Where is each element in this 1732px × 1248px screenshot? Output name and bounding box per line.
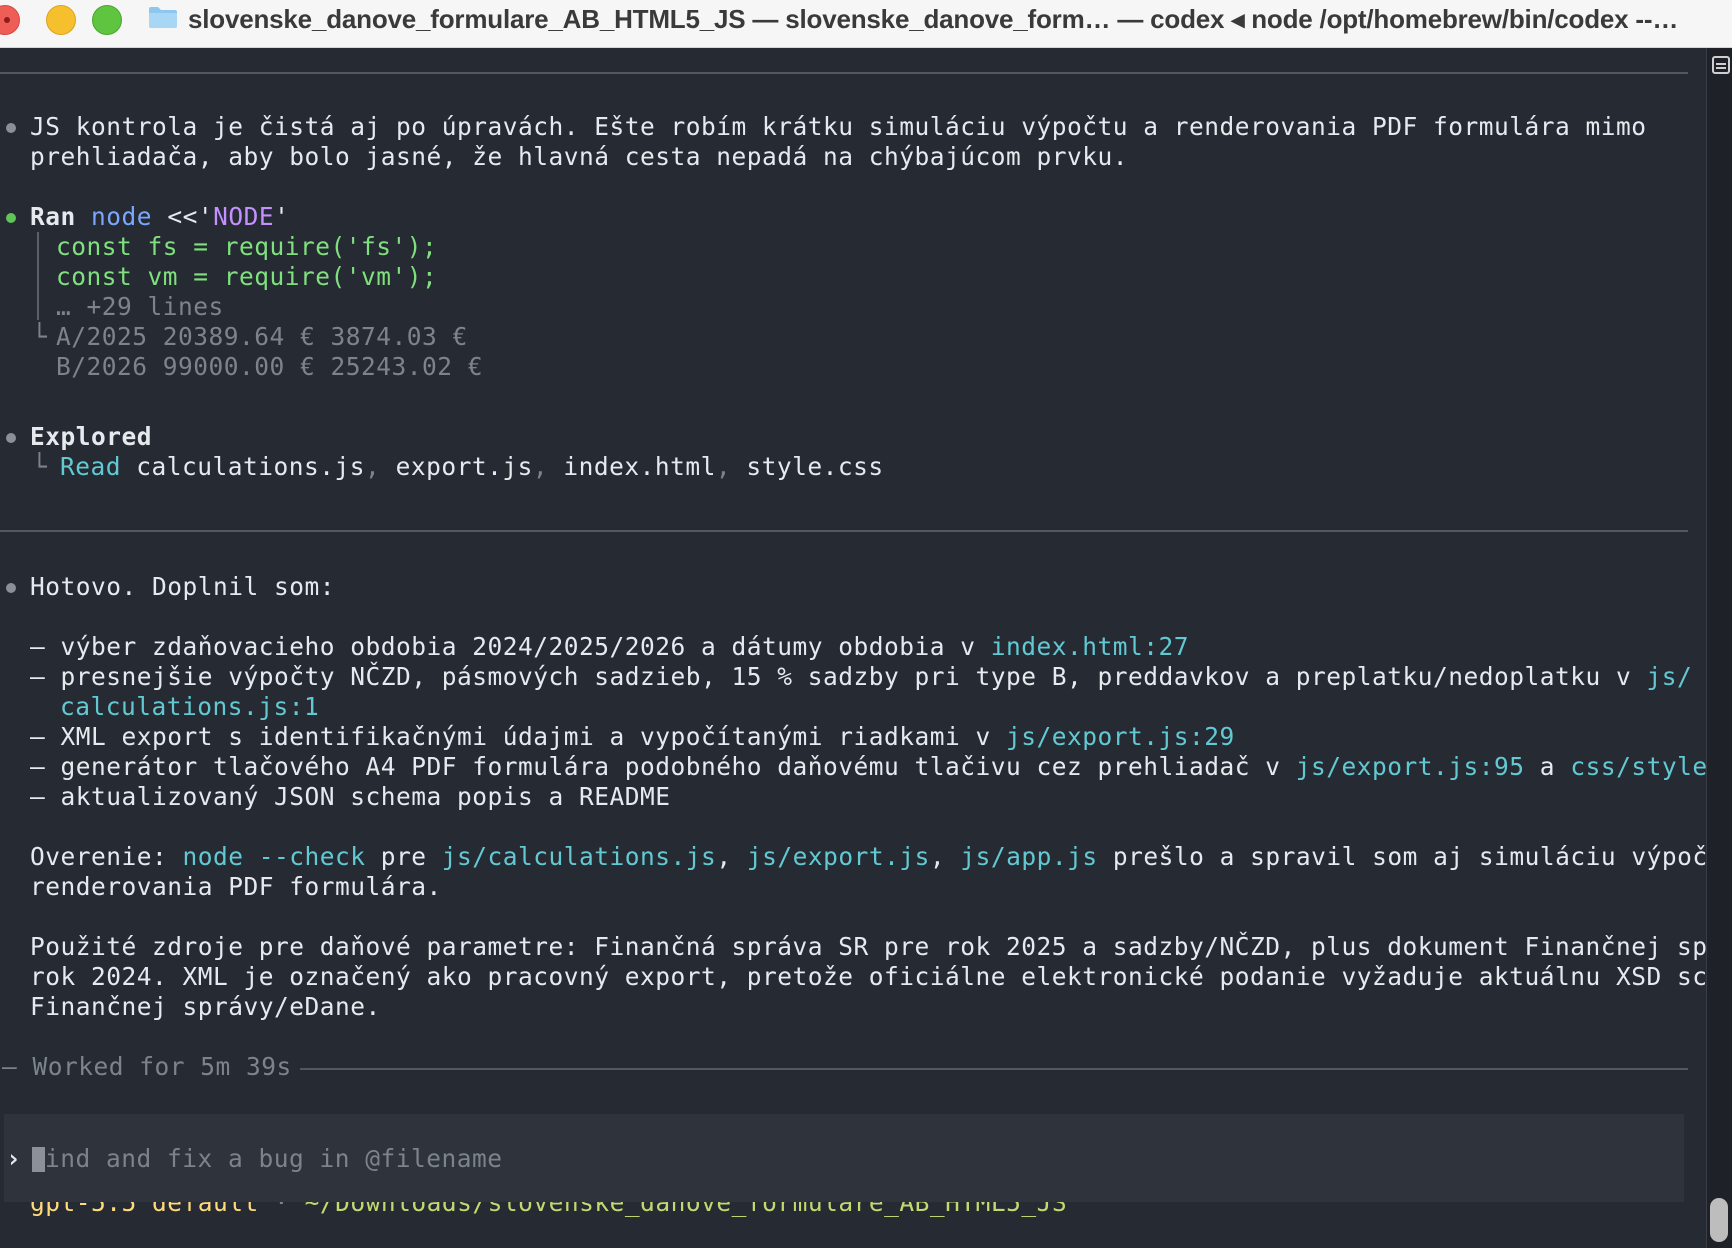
summary-bullet: – presnejšie výpočty NČZD, pásmových sad… xyxy=(30,662,1693,691)
scrollbar-track[interactable] xyxy=(1706,48,1732,1248)
file-link[interactable]: js/calculations.js xyxy=(442,842,717,871)
heredoc-word: NODE xyxy=(213,202,275,231)
terminal-output: JS kontrola je čistá aj po úpravách. Ešt… xyxy=(0,48,1706,1248)
code-line: const fs = require('fs'); xyxy=(56,232,438,261)
success-bullet-icon xyxy=(6,213,16,223)
file-link[interactable]: js/export.js:95 xyxy=(1296,752,1525,781)
tree-connector-icon: └ xyxy=(32,452,48,481)
sources-line: rok 2024. XML je označený ako pracovný e… xyxy=(30,962,1706,991)
explored-files: Read calculations.js, export.js, index.h… xyxy=(60,452,884,481)
window-titlebar: slovenske_danove_formulare_AB_HTML5_JS —… xyxy=(0,0,1732,48)
truncated-lines-note: … +29 lines xyxy=(56,292,224,321)
menu-toggle-icon[interactable] xyxy=(1712,56,1730,74)
command-name: node --check xyxy=(182,842,366,871)
output-line: A/2025 20389.64 € 3874.03 € xyxy=(56,322,468,351)
file-link[interactable]: css/style.css:66 xyxy=(1570,752,1706,781)
summary-bullet: – výber zdaňovacieho obdobia 2024/2025/2… xyxy=(30,632,1190,661)
message-line: JS kontrola je čistá aj po úpravách. Ešt… xyxy=(30,112,1647,141)
file-link[interactable]: js/export.js:29 xyxy=(1006,722,1235,751)
ran-command-header: Ran node <<'NODE' xyxy=(30,202,289,232)
message-bullet-icon xyxy=(6,123,16,133)
summary-bullet: – aktualizovaný JSON schema popis a READ… xyxy=(30,782,671,811)
composer-placeholder[interactable]: ind and fix a bug in @filename xyxy=(45,1144,503,1174)
minimize-window-button[interactable] xyxy=(46,5,76,35)
summary-bullet: – XML export s identifikačnými údajmi a … xyxy=(30,722,1235,751)
verification-line: renderovania PDF formulára. xyxy=(30,872,442,901)
separator-line xyxy=(0,72,1688,74)
sources-line: Použité zdroje pre daňové parametre: Fin… xyxy=(30,932,1706,961)
worked-duration: — Worked for 5m 39s xyxy=(2,1052,300,1082)
message-line: prehliadača, aby bolo jasné, že hlavná c… xyxy=(30,142,1129,171)
prompt-chevron-icon: › xyxy=(6,1144,22,1173)
command-name: node xyxy=(91,202,153,231)
file-link[interactable]: index.html:27 xyxy=(991,632,1189,661)
ran-label: Ran xyxy=(30,202,76,231)
summary-bullet: – generátor tlačového A4 PDF formulára p… xyxy=(30,752,1706,782)
file-link[interactable]: js/app.js xyxy=(960,842,1097,871)
text-cursor xyxy=(32,1147,45,1172)
file-link[interactable]: js/ xyxy=(1647,662,1693,691)
tree-connector-icon: └ xyxy=(32,322,48,351)
file-name: calculations.js xyxy=(136,452,366,481)
window-title: slovenske_danove_formulare_AB_HTML5_JS —… xyxy=(188,4,1679,34)
maximize-window-button[interactable] xyxy=(92,5,122,35)
message-bullet-icon xyxy=(6,583,16,593)
file-name: export.js xyxy=(395,452,533,481)
summary-intro: Hotovo. Doplnil som: xyxy=(30,572,336,601)
folder-icon xyxy=(149,7,177,28)
close-window-button[interactable] xyxy=(0,5,20,35)
file-link[interactable]: calculations.js:1 xyxy=(60,692,319,722)
explored-label: Explored xyxy=(30,422,153,451)
separator-line xyxy=(0,530,1688,532)
code-gutter-line xyxy=(37,232,39,320)
read-action: Read xyxy=(60,452,122,481)
separator-line xyxy=(270,1068,1688,1070)
code-line: const vm = require('vm'); xyxy=(56,262,438,291)
heredoc-open: <<' xyxy=(167,202,214,231)
scrollbar-thumb[interactable] xyxy=(1710,1198,1728,1242)
heredoc-close: ' xyxy=(274,202,290,231)
file-name: index.html xyxy=(563,452,716,481)
message-bullet-icon xyxy=(6,433,16,443)
file-name: style.css xyxy=(746,452,884,481)
verification-line: Overenie: node --check pre js/calculatio… xyxy=(30,842,1706,871)
output-line: B/2026 99000.00 € 25243.02 € xyxy=(56,352,484,381)
sources-line: Finančnej správy/eDane. xyxy=(30,992,381,1021)
file-link[interactable]: js/export.js xyxy=(747,842,930,871)
